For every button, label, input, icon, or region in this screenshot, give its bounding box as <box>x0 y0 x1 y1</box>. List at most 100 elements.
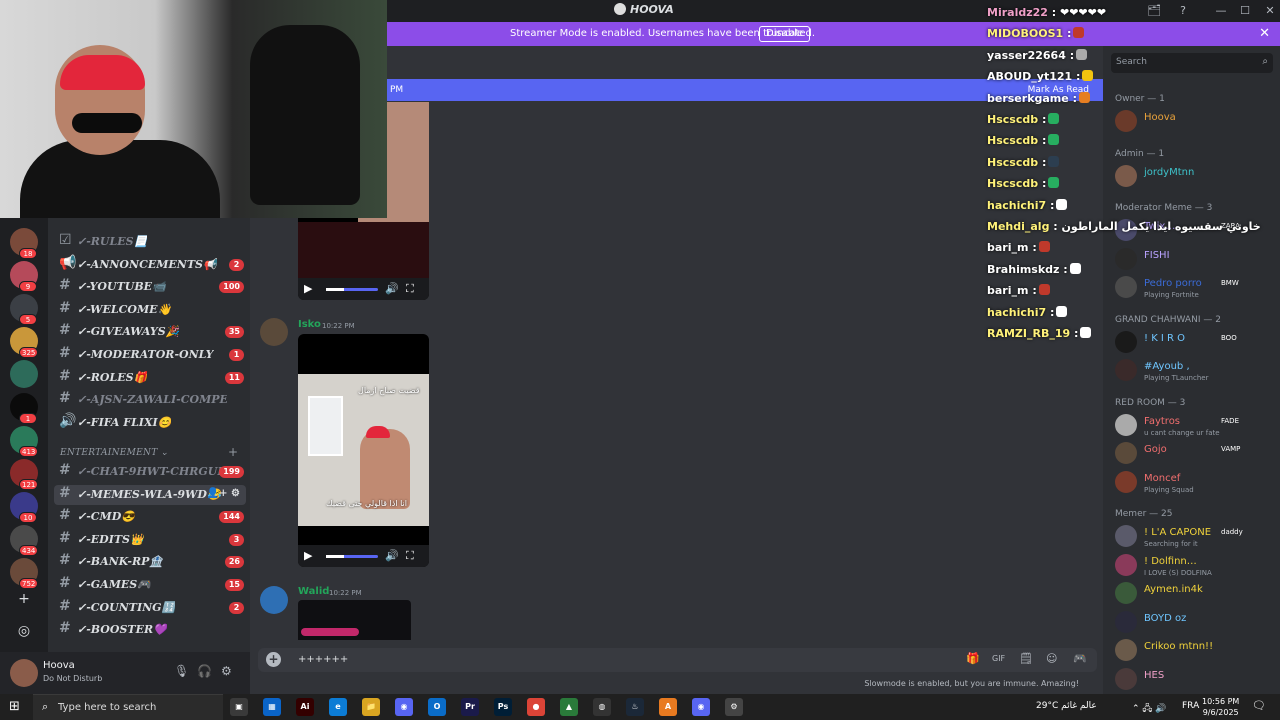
member-item[interactable]: #Ayoub , Playing TLauncher <box>1113 359 1273 385</box>
play-icon[interactable]: ▶ <box>304 549 312 562</box>
member-item[interactable]: ! L'A CAPONE daddy Searching for it <box>1113 525 1273 551</box>
activity-icon[interactable]: 🎮 <box>1073 652 1087 665</box>
taskbar-app-icon[interactable]: Ps <box>494 698 512 716</box>
avatar[interactable] <box>260 318 288 346</box>
close-icon[interactable]: ✕ <box>1259 26 1270 41</box>
language-indicator[interactable]: FRA <box>1182 701 1199 711</box>
taskbar-app-icon[interactable]: ◉ <box>395 698 413 716</box>
taskbar-app-icon[interactable]: Pr <box>461 698 479 716</box>
member-item[interactable]: Hoova <box>1113 110 1273 136</box>
sticker-icon[interactable]: 🗒 <box>1019 652 1033 665</box>
category-header[interactable]: ENTERTAINEMENT ⌄ <box>60 448 169 458</box>
member-item[interactable]: ! Dolfinn… I LOVE (S) DOLFINA <box>1113 553 1273 580</box>
fullscreen-icon[interactable]: ⛶ <box>406 282 414 296</box>
unread-badge: 100 <box>219 281 244 294</box>
close-window-button[interactable]: ✕ <box>1262 3 1278 19</box>
fullscreen-icon[interactable]: ⛶ <box>406 549 414 563</box>
window-title-text: HOOVA <box>630 3 674 16</box>
settings-gear-icon[interactable]: ⚙ <box>221 664 232 678</box>
chat-message: Hscscdb : <box>987 177 1060 190</box>
channel-item[interactable]: ☑ ✓-RULES📃 <box>54 232 246 252</box>
taskbar-app-icon[interactable]: ◍ <box>593 698 611 716</box>
taskbar-app-icon[interactable]: ◉ <box>692 698 710 716</box>
member-item[interactable]: Faytros FADE u cant change ur fate <box>1113 413 1273 440</box>
windows-start-icon[interactable]: ⊞ <box>9 699 20 714</box>
channel-item[interactable]: # ✓-BOOSTER💜 <box>54 620 246 640</box>
disable-streamer-mode-button[interactable]: Disable <box>759 26 811 42</box>
avatar[interactable] <box>10 659 38 687</box>
volume-icon[interactable]: 🔊 <box>385 549 399 562</box>
channel-item[interactable]: # ✓-GAMES🎮 15 <box>54 575 246 595</box>
member-item[interactable]: Crikoo mtnn!! <box>1113 639 1273 665</box>
server-icon[interactable] <box>10 360 38 388</box>
emoji-icon[interactable]: ☺ <box>1046 652 1057 665</box>
member-item[interactable]: ! K I R O BOO <box>1113 330 1273 357</box>
channel-item[interactable]: # ✓-YOUTUBE📹 100 <box>54 277 246 297</box>
search-input[interactable]: Search ⌕ <box>1111 53 1273 73</box>
channel-item[interactable]: # ✓-COUNTING🔢 2 <box>54 598 246 618</box>
taskbar-app-icon[interactable]: O <box>428 698 446 716</box>
message-author[interactable]: Isko <box>298 319 321 330</box>
play-icon[interactable]: ▶ <box>304 282 312 295</box>
taskbar-app-icon[interactable]: ▦ <box>263 698 281 716</box>
create-channel-icon[interactable]: + <box>228 445 238 459</box>
channel-item[interactable]: # ✓-ROLES🎁 11 <box>54 368 246 388</box>
volume-icon[interactable]: 🔊 <box>385 282 399 295</box>
channel-item[interactable]: # ✓-EDITS👑 3 <box>54 530 246 550</box>
username[interactable]: Hoova <box>43 660 75 671</box>
minimize-button[interactable]: — <box>1213 3 1229 19</box>
video-progress[interactable] <box>326 288 378 291</box>
add-attachment-icon[interactable]: + <box>266 652 281 667</box>
taskbar-app-icon[interactable]: 📁 <box>362 698 380 716</box>
member-item[interactable]: Aymen.in4k <box>1113 582 1273 608</box>
add-server-button[interactable]: + <box>13 588 35 610</box>
taskbar-app-icon[interactable]: ♨ <box>626 698 644 716</box>
channel-item[interactable]: # ✓-BANK-RP🏦 26 <box>54 552 246 572</box>
microphone-icon[interactable]: 🎙 <box>174 664 189 678</box>
gift-icon[interactable]: 🎁 <box>966 652 980 665</box>
taskbar-app-icon[interactable]: ⚙ <box>725 698 743 716</box>
taskbar-app-icon[interactable]: ▲ <box>560 698 578 716</box>
weather-widget[interactable]: 29°C عالم غائم <box>1036 701 1097 711</box>
member-item[interactable]: HES <box>1113 667 1273 694</box>
member-item[interactable]: Moncef Playing Squad <box>1113 470 1273 497</box>
gif-icon[interactable]: GIF <box>992 654 1005 663</box>
notifications-icon[interactable]: 🗨 <box>1252 699 1266 712</box>
message-composer[interactable]: + ++++++ 🎁 GIF 🗒 ☺ 🎮 <box>258 648 1097 672</box>
channel-item[interactable]: # ✓-CHAT-9HWT-CHRGUI 199 <box>54 462 246 482</box>
taskbar-app-icon[interactable]: ● <box>527 698 545 716</box>
channel-item[interactable]: # ✓-GIVEAWAYS🎉 35 <box>54 322 246 342</box>
headphones-icon[interactable]: 🎧 <box>197 664 212 678</box>
image-attachment[interactable] <box>298 600 411 640</box>
channel-item[interactable]: # ✓-MEMES-WLA-9WD😂 👤+ ⚙ <box>54 484 246 505</box>
maximize-button[interactable]: ☐ <box>1237 3 1253 19</box>
avatar[interactable] <box>260 586 288 614</box>
channel-actions-icon[interactable]: 👤+ ⚙ <box>207 488 240 499</box>
tray-icons[interactable]: ⌃ 🖧 🔊 <box>1132 701 1167 717</box>
taskbar-app-icon[interactable]: Ai <box>296 698 314 716</box>
message-input[interactable]: ++++++ <box>298 654 348 665</box>
member-item[interactable]: Gojo VAMP <box>1113 442 1273 468</box>
taskbar-app-icon[interactable]: e <box>329 698 347 716</box>
member-item[interactable]: jordyMtnn <box>1113 164 1273 191</box>
video-attachment[interactable]: قضيت صباح ازمال انا اذا قالولي حتى قضيك … <box>298 334 429 567</box>
channel-item[interactable]: 📢 ✓-ANNONCEMENTS📢 2 <box>54 255 246 275</box>
help-icon[interactable]: ? <box>1175 3 1191 19</box>
channel-item[interactable]: # ✓-MODERATOR-ONLY 1 <box>54 345 246 365</box>
discover-icon[interactable]: ◎ <box>13 620 35 642</box>
avatar <box>1115 553 1137 576</box>
member-item[interactable]: BOYD oz <box>1113 610 1273 637</box>
taskbar-app-icon[interactable]: A <box>659 698 677 716</box>
channel-item[interactable]: # ✓-AJSN-ZAWALI-COMPETE… <box>54 390 246 410</box>
clock[interactable]: 10:56 PM 9/6/2025 <box>1202 696 1239 718</box>
video-progress[interactable] <box>326 555 378 558</box>
member-item[interactable]: FISHI <box>1113 247 1273 274</box>
taskbar-app-icon[interactable]: ▣ <box>230 698 248 716</box>
member-item[interactable]: Pedro porro BMW Playing Fortnite <box>1113 276 1273 302</box>
channel-item[interactable]: 🔊 ✓-FIFA FLIXI😊 <box>54 413 246 433</box>
taskbar-search[interactable]: ⌕ Type here to search <box>33 694 223 720</box>
message-author[interactable]: Walid <box>298 586 329 597</box>
inbox-icon[interactable]: 🗂 <box>1146 3 1162 19</box>
channel-item[interactable]: # ✓-WELCOME👋 <box>54 300 246 320</box>
channel-item[interactable]: # ✓-CMD😎 144 <box>54 507 246 527</box>
